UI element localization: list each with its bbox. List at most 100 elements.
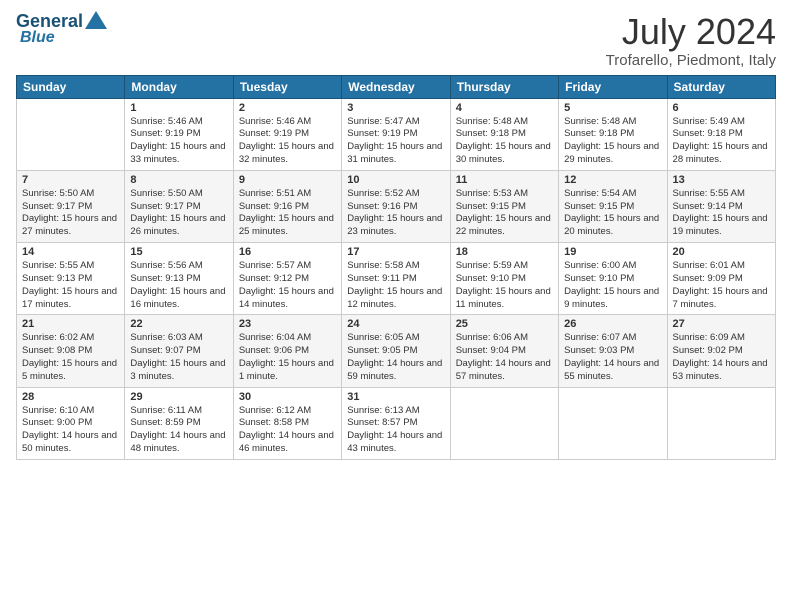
calendar-cell [559,387,667,459]
calendar-cell: 17 Sunrise: 5:58 AMSunset: 9:11 PMDayligh… [342,243,450,315]
day-number: 25 [456,318,553,330]
day-number: 28 [22,391,119,403]
cell-content: Sunrise: 5:58 AMSunset: 9:11 PMDaylight:… [347,260,444,311]
cell-content: Sunrise: 5:48 AMSunset: 9:18 PMDaylight:… [456,116,553,167]
calendar-cell: 14 Sunrise: 5:55 AMSunset: 9:13 PMDayligh… [17,243,125,315]
month-year: July 2024 [606,12,776,52]
cell-content: Sunrise: 5:50 AMSunset: 9:17 PMDaylight:… [22,188,119,239]
day-number: 23 [239,318,336,330]
calendar-cell: 30Sunrise: 6:12 AMSunset: 8:58 PMDayligh… [233,387,341,459]
calendar-cell: 13 Sunrise: 5:55 AMSunset: 9:14 PMDayligh… [667,170,775,242]
logo: General Blue [16,12,107,46]
day-number: 3 [347,102,444,114]
cell-content: Sunrise: 5:54 AMSunset: 9:15 PMDaylight:… [564,188,661,239]
calendar-cell: 29Sunrise: 6:11 AMSunset: 8:59 PMDayligh… [125,387,233,459]
day-number: 27 [673,318,770,330]
cell-content: Sunrise: 5:59 AMSunset: 9:10 PMDaylight:… [456,260,553,311]
day-number: 18 [456,246,553,258]
cell-content: Sunrise: 6:05 AMSunset: 9:05 PMDaylight:… [347,332,444,383]
day-number: 14 [22,246,119,258]
cell-content: Sunrise: 6:03 AMSunset: 9:07 PMDaylight:… [130,332,227,383]
calendar-cell: 31 Sunrise: 6:13 AMSunset: 8:57 PMDayligh… [342,387,450,459]
cell-content: Sunrise: 6:06 AMSunset: 9:04 PMDaylight:… [456,332,553,383]
calendar-cell: 2 Sunrise: 5:46 AMSunset: 9:19 PMDaylight… [233,98,341,170]
calendar-header-row: SundayMondayTuesdayWednesdayThursdayFrid… [17,75,776,98]
day-number: 7 [22,174,119,186]
cell-content: Sunrise: 5:51 AMSunset: 9:16 PMDaylight:… [239,188,336,239]
cell-content: Sunrise: 5:47 AMSunset: 9:19 PMDaylight:… [347,116,444,167]
day-number: 2 [239,102,336,114]
cell-content: Sunrise: 5:49 AMSunset: 9:18 PMDaylight:… [673,116,770,167]
cell-content: Sunrise: 6:13 AMSunset: 8:57 PMDaylight:… [347,405,444,456]
calendar-col-friday: Friday [559,75,667,98]
cell-content: Sunrise: 5:48 AMSunset: 9:18 PMDaylight:… [564,116,661,167]
calendar-cell [667,387,775,459]
cell-content: Sunrise: 6:10 AMSunset: 9:00 PMDaylight:… [22,405,119,456]
calendar-cell: 28 Sunrise: 6:10 AMSunset: 9:00 PMDayligh… [17,387,125,459]
cell-content: Sunrise: 5:46 AMSunset: 9:19 PMDaylight:… [130,116,227,167]
calendar-cell: 24 Sunrise: 6:05 AMSunset: 9:05 PMDayligh… [342,315,450,387]
cell-content: Sunrise: 5:53 AMSunset: 9:15 PMDaylight:… [456,188,553,239]
day-number: 13 [673,174,770,186]
calendar-cell: 22 Sunrise: 6:03 AMSunset: 9:07 PMDayligh… [125,315,233,387]
cell-content: Sunrise: 6:01 AMSunset: 9:09 PMDaylight:… [673,260,770,311]
day-number: 16 [239,246,336,258]
calendar-col-saturday: Saturday [667,75,775,98]
day-number: 12 [564,174,661,186]
day-number: 5 [564,102,661,114]
calendar-cell: 11Sunrise: 5:53 AMSunset: 9:15 PMDayligh… [450,170,558,242]
day-number: 1 [130,102,227,114]
location: Trofarello, Piedmont, Italy [606,52,776,69]
calendar-cell: 3 Sunrise: 5:47 AMSunset: 9:19 PMDaylight… [342,98,450,170]
cell-content: Sunrise: 5:56 AMSunset: 9:13 PMDaylight:… [130,260,227,311]
calendar-cell: 10 Sunrise: 5:52 AMSunset: 9:16 PMDayligh… [342,170,450,242]
calendar-col-sunday: Sunday [17,75,125,98]
logo-icon [85,11,107,29]
calendar-table: SundayMondayTuesdayWednesdayThursdayFrid… [16,75,776,460]
cell-content: Sunrise: 6:04 AMSunset: 9:06 PMDaylight:… [239,332,336,383]
day-number: 20 [673,246,770,258]
calendar-col-thursday: Thursday [450,75,558,98]
day-number: 4 [456,102,553,114]
logo-text: General [16,12,83,30]
calendar-cell: 12 Sunrise: 5:54 AMSunset: 9:15 PMDayligh… [559,170,667,242]
page: General Blue July 2024 Trofarello, Piedm… [0,0,792,612]
calendar-cell: 27 Sunrise: 6:09 AMSunset: 9:02 PMDayligh… [667,315,775,387]
calendar-week-2: 7 Sunrise: 5:50 AMSunset: 9:17 PMDaylight… [17,170,776,242]
cell-content: Sunrise: 5:55 AMSunset: 9:14 PMDaylight:… [673,188,770,239]
day-number: 6 [673,102,770,114]
calendar-cell: 4 Sunrise: 5:48 AMSunset: 9:18 PMDaylight… [450,98,558,170]
calendar-cell: 7 Sunrise: 5:50 AMSunset: 9:17 PMDaylight… [17,170,125,242]
cell-content: Sunrise: 5:52 AMSunset: 9:16 PMDaylight:… [347,188,444,239]
calendar-cell: 18 Sunrise: 5:59 AMSunset: 9:10 PMDayligh… [450,243,558,315]
day-number: 10 [347,174,444,186]
calendar-cell: 8 Sunrise: 5:50 AMSunset: 9:17 PMDaylight… [125,170,233,242]
day-number: 31 [347,391,444,403]
calendar-week-3: 14 Sunrise: 5:55 AMSunset: 9:13 PMDayligh… [17,243,776,315]
calendar-cell: 15Sunrise: 5:56 AMSunset: 9:13 PMDayligh… [125,243,233,315]
calendar-cell: 6 Sunrise: 5:49 AMSunset: 9:18 PMDaylight… [667,98,775,170]
calendar-cell: 1 Sunrise: 5:46 AMSunset: 9:19 PMDaylight… [125,98,233,170]
calendar-col-wednesday: Wednesday [342,75,450,98]
cell-content: Sunrise: 5:57 AMSunset: 9:12 PMDaylight:… [239,260,336,311]
cell-content: Sunrise: 5:46 AMSunset: 9:19 PMDaylight:… [239,116,336,167]
cell-content: Sunrise: 6:00 AMSunset: 9:10 PMDaylight:… [564,260,661,311]
calendar-cell: 20 Sunrise: 6:01 AMSunset: 9:09 PMDayligh… [667,243,775,315]
calendar-cell: 5 Sunrise: 5:48 AMSunset: 9:18 PMDaylight… [559,98,667,170]
cell-content: Sunrise: 5:55 AMSunset: 9:13 PMDaylight:… [22,260,119,311]
day-number: 17 [347,246,444,258]
calendar-week-5: 28 Sunrise: 6:10 AMSunset: 9:00 PMDayligh… [17,387,776,459]
day-number: 22 [130,318,227,330]
calendar-cell: 23 Sunrise: 6:04 AMSunset: 9:06 PMDayligh… [233,315,341,387]
calendar-week-1: 1 Sunrise: 5:46 AMSunset: 9:19 PMDaylight… [17,98,776,170]
day-number: 8 [130,174,227,186]
calendar-cell: 25 Sunrise: 6:06 AMSunset: 9:04 PMDayligh… [450,315,558,387]
header: General Blue July 2024 Trofarello, Piedm… [16,12,776,69]
calendar-cell [17,98,125,170]
day-number: 26 [564,318,661,330]
logo-subtext: Blue [20,30,55,46]
day-number: 24 [347,318,444,330]
cell-content: Sunrise: 5:50 AMSunset: 9:17 PMDaylight:… [130,188,227,239]
calendar-cell: 21Sunrise: 6:02 AMSunset: 9:08 PMDayligh… [17,315,125,387]
cell-content: Sunrise: 6:09 AMSunset: 9:02 PMDaylight:… [673,332,770,383]
